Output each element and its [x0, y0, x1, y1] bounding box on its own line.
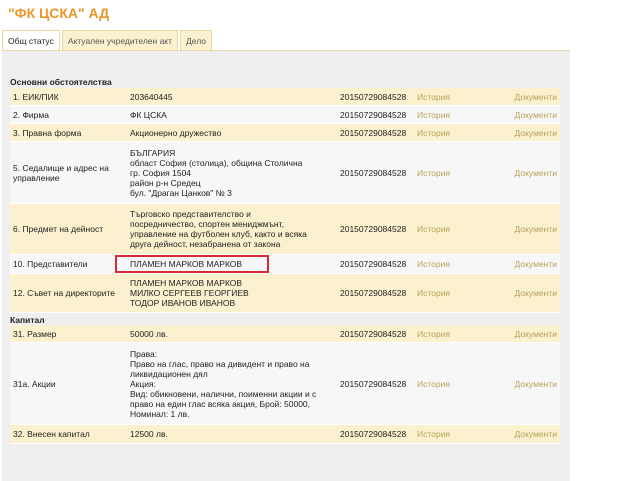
row-value-line: Търговско представителство и	[130, 209, 251, 219]
history-link[interactable]: История	[417, 343, 467, 424]
row-value-line: ликвидационен дял	[130, 368, 208, 379]
row-timestamp: 20150729084528	[340, 91, 407, 102]
history-link[interactable]: История	[417, 204, 467, 254]
history-link[interactable]: История	[417, 106, 467, 123]
tab-founding-act[interactable]: Актуален учредителен акт	[61, 30, 178, 50]
tab-case[interactable]: Дело	[180, 30, 212, 50]
table-row: 10. Представители ПЛАМЕН МАРКОВ МАРКОВ 2…	[10, 255, 560, 274]
row-value-line: ПЛАМЕН МАРКОВ МАРКОВ	[130, 278, 243, 288]
row-value-line: бул. "Драган Цанков" № 3	[130, 187, 232, 198]
row-value: 12500 лв.	[130, 429, 168, 439]
history-link[interactable]: История	[417, 124, 467, 141]
history-link[interactable]: История	[417, 325, 467, 342]
row-value-line: управление на футболен клуб, както и вся…	[130, 229, 307, 239]
row-value-line: ТОДОР ИВАНОВ ИВАНОВ	[130, 298, 236, 308]
row-timestamp: 20150729084528	[340, 429, 407, 439]
row-timestamp: 20150729084528	[340, 224, 407, 234]
row-label: 31а. Акции	[13, 378, 56, 389]
row-label: 2. Фирма	[13, 109, 49, 120]
table-row: 3. Правна форма Акционерно дружество 201…	[10, 124, 560, 142]
row-timestamp: 20150729084528	[340, 109, 407, 120]
documents-link[interactable]: Документи	[490, 106, 560, 123]
row-timestamp: 20150729084528	[340, 259, 407, 269]
row-value: ФК ЦСКА	[130, 109, 167, 120]
table-row: 12. Съвет на директорите ПЛАМЕН МАРКОВ М…	[10, 274, 560, 313]
row-value-line: област София (столица), община Столична	[130, 157, 303, 168]
row-timestamp: 20150729084528	[340, 167, 407, 178]
row-value-line: гр. София 1504	[130, 167, 192, 178]
row-timestamp: 20150729084528	[340, 288, 407, 298]
table-row: 6. Предмет на дейност Търговско представ…	[10, 204, 560, 255]
row-value: Акционерно дружество	[130, 127, 222, 138]
table-row: 5. Седалище и адрес на управление БЪЛГАР…	[10, 142, 560, 204]
row-label: 10. Представители	[13, 259, 88, 269]
section-heading-capital: Капитал	[10, 315, 45, 325]
documents-link[interactable]: Документи	[490, 204, 560, 254]
row-value: ПЛАМЕН МАРКОВ МАРКОВ МИЛКО СЕРГЕЕВ ГЕОРГ…	[130, 274, 340, 312]
row-label: 1. ЕИК/ПИК	[13, 91, 59, 102]
company-title: "ФК ЦСКА" АД	[8, 5, 110, 21]
table-row: 32. Внесен капитал 12500 лв. 20150729084…	[10, 425, 560, 444]
row-timestamp: 20150729084528	[340, 378, 407, 389]
documents-link[interactable]: Документи	[490, 343, 560, 424]
table-row: 2. Фирма ФК ЦСКА 20150729084528 История …	[10, 106, 560, 124]
row-label: 31. Размер	[13, 328, 57, 339]
row-value: 203640445	[130, 91, 173, 102]
row-value: БЪЛГАРИЯ област София (столица), община …	[130, 142, 340, 203]
tab-general-status[interactable]: Общ статус	[2, 30, 60, 50]
history-link[interactable]: История	[417, 88, 467, 105]
row-value-line: Права:	[130, 348, 158, 359]
row-label: 12. Съвет на директорите	[13, 288, 116, 298]
documents-link[interactable]: Документи	[490, 88, 560, 105]
history-link[interactable]: История	[417, 255, 467, 273]
row-value-line: Вид: обикновени, налични, поименни акции…	[130, 388, 317, 399]
documents-link[interactable]: Документи	[490, 142, 560, 203]
row-timestamp: 20150729084528	[340, 127, 407, 138]
representative-highlight-box	[115, 255, 269, 273]
table-row: 1. ЕИК/ПИК 203640445 20150729084528 Исто…	[10, 88, 560, 106]
row-label: 5. Седалище и адрес на управление	[13, 162, 109, 183]
table-row: 31а. Акции Права: Право на глас, право н…	[10, 343, 560, 425]
history-link[interactable]: История	[417, 142, 467, 203]
row-value-line: МИЛКО СЕРГЕЕВ ГЕОРГИЕВ	[130, 288, 249, 298]
row-value-line: посредничество, спортен мениджмънт,	[130, 219, 284, 229]
row-value-line: Номинал: 1 лв.	[130, 408, 190, 419]
row-value-line: Акция:	[130, 378, 156, 389]
row-value-line: Право на глас, право на дивидент и право…	[130, 358, 310, 369]
row-value-line: право на един глас всяка акция, Брой: 50…	[130, 398, 311, 409]
history-link[interactable]: История	[417, 425, 467, 443]
row-value-line: БЪЛГАРИЯ	[130, 147, 176, 158]
documents-link[interactable]: Документи	[490, 124, 560, 141]
row-label: 32. Внесен капитал	[13, 429, 90, 439]
row-value: Търговско представителство и посредничес…	[130, 204, 340, 254]
documents-link[interactable]: Документи	[490, 325, 560, 342]
row-value: 50000 лв.	[130, 328, 168, 339]
row-value-line: район р-н Средец	[130, 177, 201, 188]
documents-link[interactable]: Документи	[490, 255, 560, 273]
table-row: 31. Размер 50000 лв. 20150729084528 Исто…	[10, 325, 560, 343]
row-timestamp: 20150729084528	[340, 328, 407, 339]
section-heading-main: Основни обстоятелства	[10, 77, 112, 87]
row-value-line: друга дейност, незабранена от закона	[130, 239, 281, 249]
documents-link[interactable]: Документи	[490, 425, 560, 443]
row-label: 3. Правна форма	[13, 127, 82, 138]
history-link[interactable]: История	[417, 274, 467, 312]
documents-link[interactable]: Документи	[490, 274, 560, 312]
row-value: Права: Право на глас, право на дивидент …	[130, 343, 340, 424]
tab-bar: Общ статус Актуален учредителен акт Дело	[2, 30, 214, 50]
row-label: 6. Предмет на дейност	[13, 224, 104, 234]
